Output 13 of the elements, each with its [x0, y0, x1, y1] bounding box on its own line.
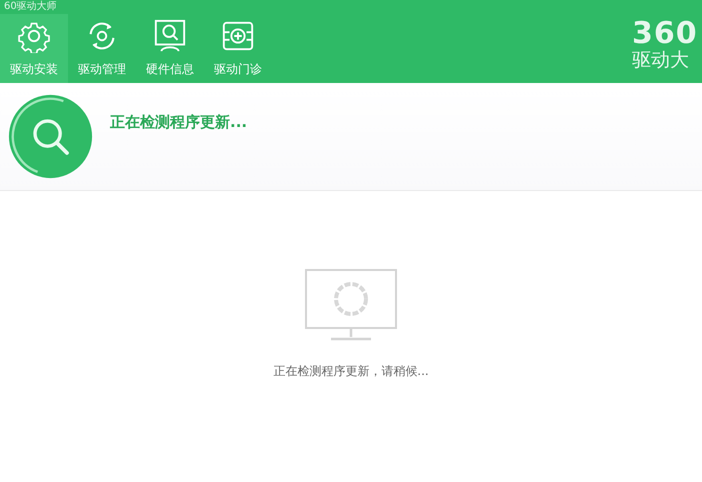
window-title: 60驱动大师 — [4, 1, 57, 13]
monitor-search-icon — [153, 19, 187, 53]
nav-tab[interactable]: 驱动管理 — [68, 14, 136, 83]
nav-tab[interactable]: 驱动安装 — [0, 14, 68, 83]
logo-number: 360 — [632, 20, 698, 48]
monitor-loading-icon — [305, 269, 397, 341]
search-icon — [7, 93, 94, 180]
logo-name: 驱动大 — [632, 48, 689, 72]
status-heading: 正在检测程序更新... — [110, 113, 248, 132]
nav-tab[interactable]: 驱动门诊 — [204, 14, 272, 83]
nav-tab[interactable]: 硬件信息 — [136, 14, 204, 83]
medical-kit-icon — [221, 19, 255, 53]
progress-message: 正在检测程序更新，请稍候... — [273, 363, 429, 380]
